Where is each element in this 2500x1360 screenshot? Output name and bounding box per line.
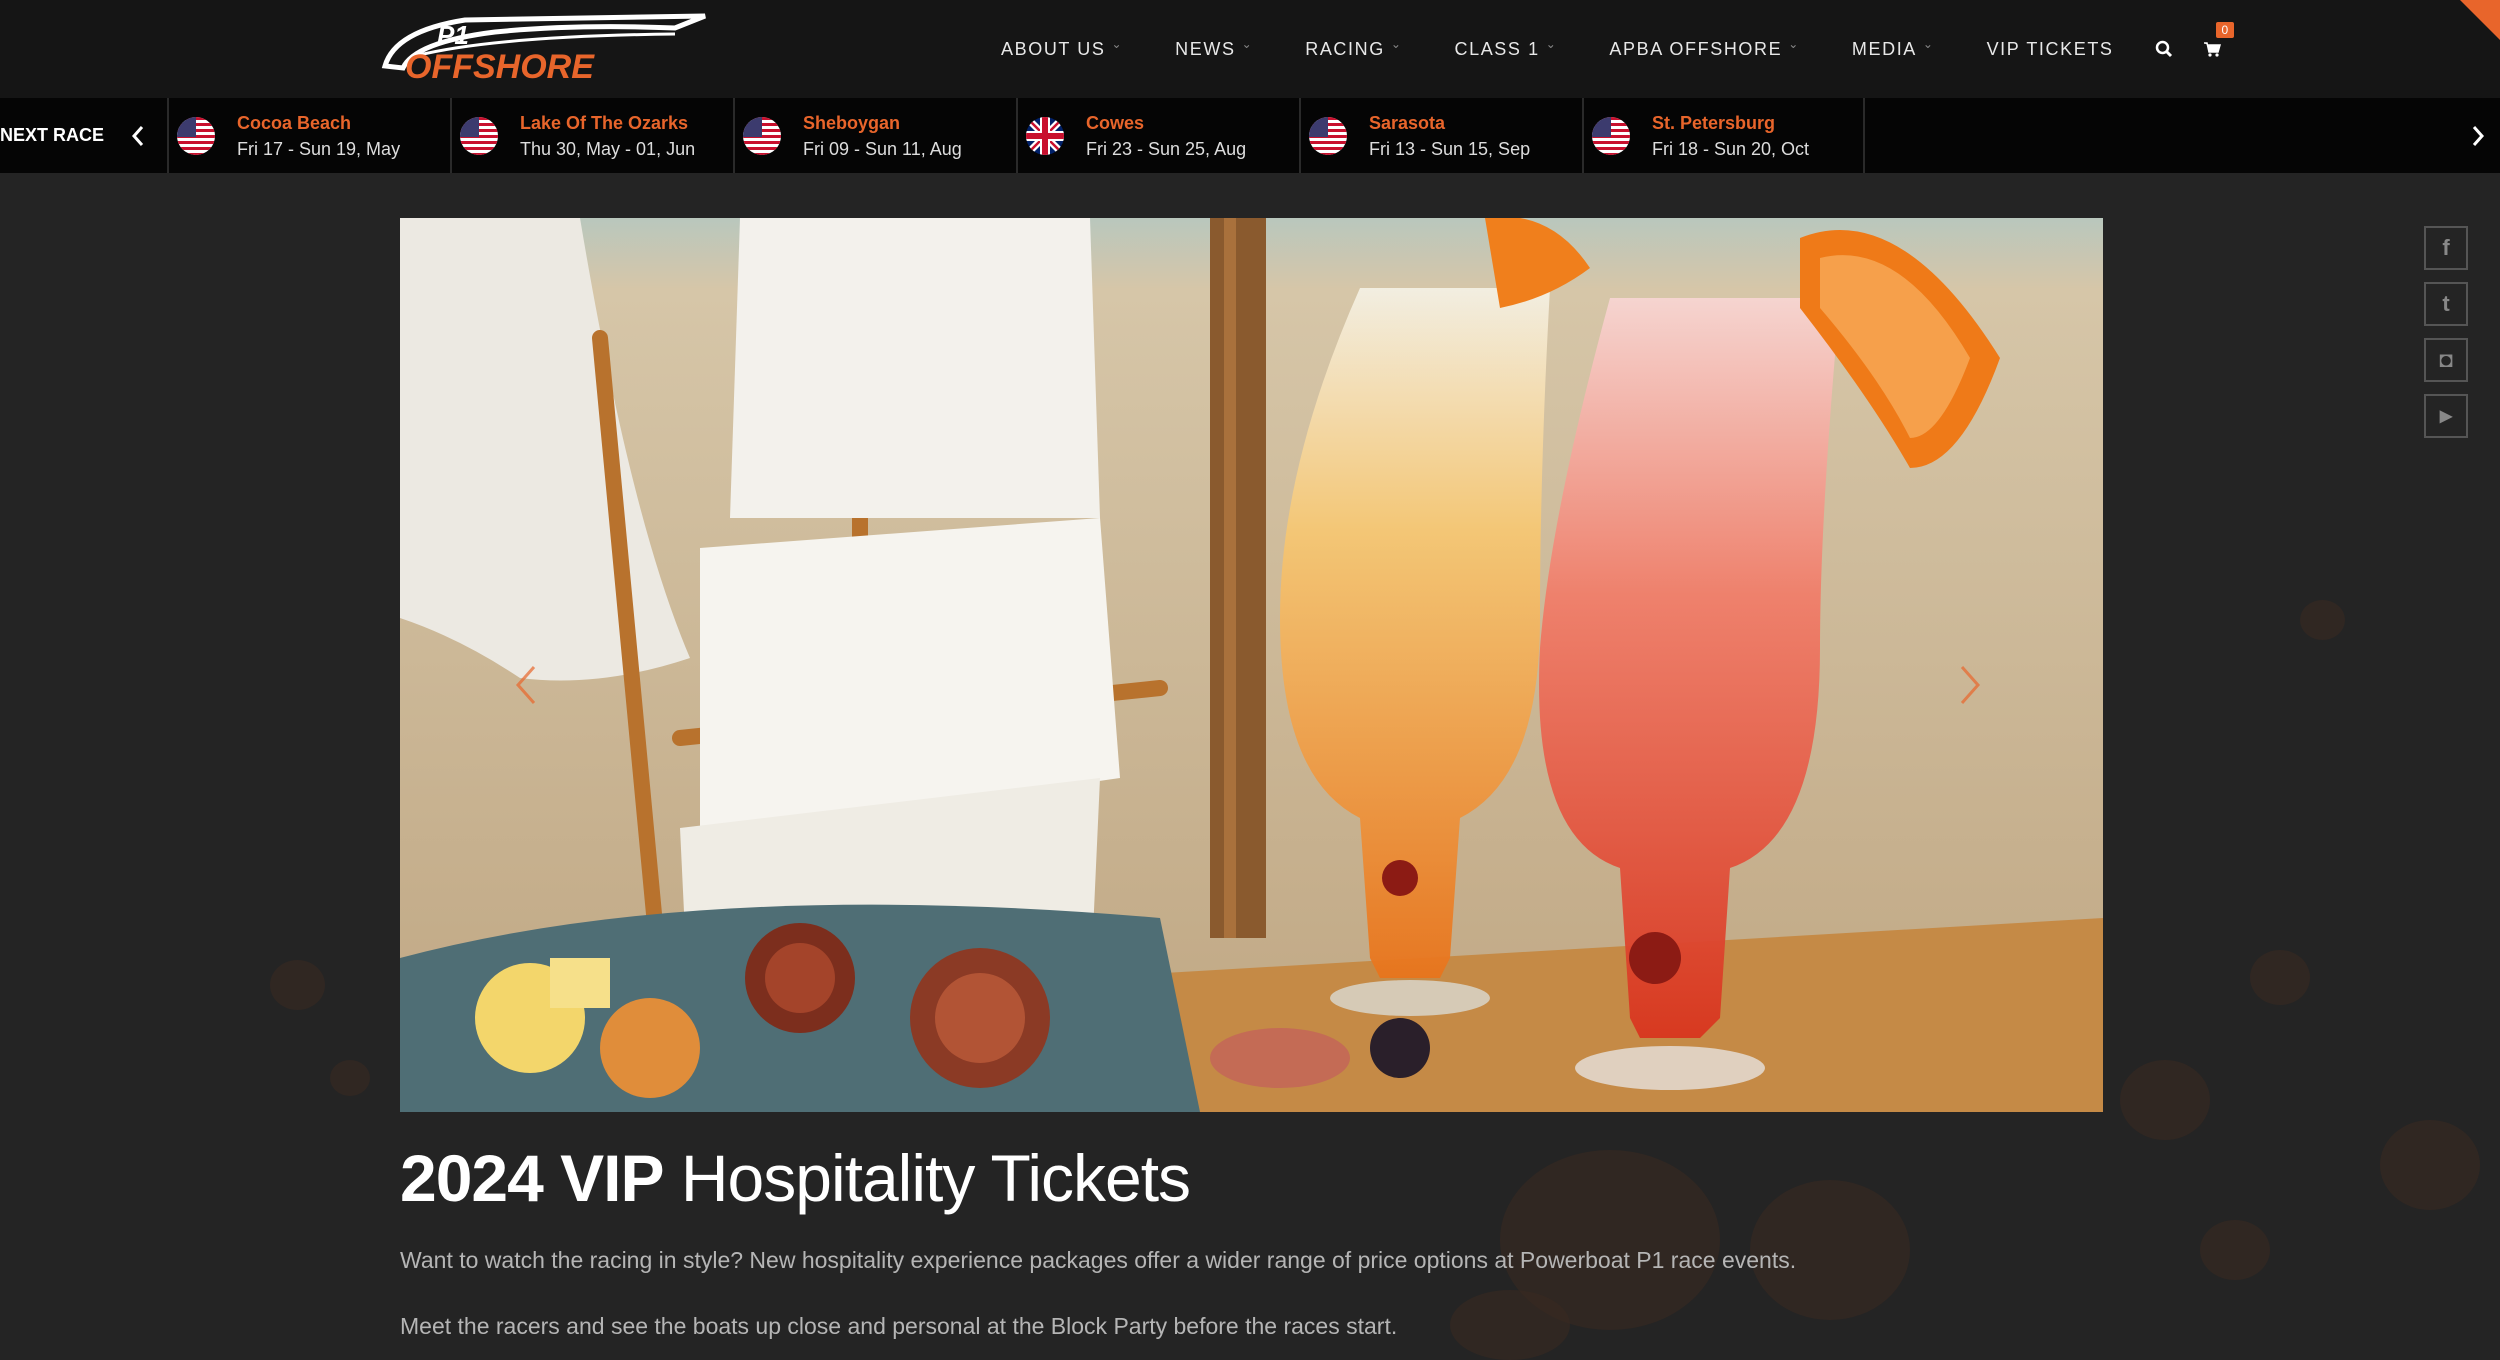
nav-news[interactable]: NEWS ⌄ (1149, 0, 1279, 98)
instagram-icon[interactable]: ◘ (2424, 338, 2468, 382)
next-race-label: NEXT RACE (0, 125, 105, 145)
page-title-rest: Hospitality Tickets (663, 1141, 1191, 1215)
intro-paragraph: Want to watch the racing in style? New h… (400, 1247, 1797, 1273)
page-title-bold: 2024 VIP (400, 1141, 665, 1215)
chevron-down-icon: ⌄ (1922, 37, 1935, 51)
next-race-bar: NEXT RACE Cocoa Beach Fri 17 - Sun 19, Ma… (0, 98, 2500, 173)
race-next-arrow[interactable] (2458, 98, 2498, 173)
corner-ribbon[interactable] (2460, 0, 2500, 40)
cart-icon[interactable]: 0 (2188, 0, 2236, 98)
race-prev-arrow[interactable] (118, 98, 158, 173)
uk-flag-icon (1026, 116, 1064, 155)
race-item-sheboygan[interactable]: Sheboygan Fri 09 - Sun 11, Aug (733, 98, 1016, 173)
twitter-icon[interactable]: t (2424, 282, 2468, 326)
us-flag-icon (743, 116, 781, 155)
race-item-cowes[interactable]: Cowes Fri 23 - Sun 25, Aug (1016, 98, 1299, 173)
slider-prev-arrow[interactable] (506, 655, 546, 715)
us-flag-icon (177, 116, 215, 155)
chevron-down-icon: ⌄ (1390, 37, 1403, 51)
race-list: Cocoa Beach Fri 17 - Sun 19, May Lake Of … (167, 98, 1865, 173)
slider-next-arrow[interactable] (1950, 655, 1990, 715)
hero-slider-image (400, 218, 2103, 1112)
us-flag-icon (460, 116, 498, 155)
svg-text:P1: P1 (437, 20, 469, 50)
svg-text:OFFSHORE: OFFSHORE (405, 48, 595, 86)
race-item-sarasota[interactable]: Sarasota Fri 13 - Sun 15, Sep (1299, 98, 1582, 173)
page-title: 2024 VIP Hospitality Tickets (400, 1140, 1191, 1216)
nav-about-us[interactable]: ABOUT US ⌄ (975, 0, 1149, 98)
chevron-down-icon: ⌄ (1545, 37, 1558, 51)
main-nav: ABOUT US ⌄ NEWS ⌄ RACING ⌄ CLASS 1 ⌄ APBA OF… (975, 0, 2236, 98)
block-party-paragraph: Meet the racers and see the boats up clo… (400, 1313, 1398, 1339)
cart-count-badge: 0 (2215, 22, 2235, 38)
us-flag-icon (1309, 116, 1347, 155)
youtube-icon[interactable]: ▶ (2424, 394, 2468, 438)
nav-media[interactable]: MEDIA ⌄ (1826, 0, 1961, 98)
race-item-lake-of-the-ozarks[interactable]: Lake Of The Ozarks Thu 30, May - 01, Jun (450, 98, 733, 173)
chevron-down-icon: ⌄ (1241, 37, 1254, 51)
race-item-st-petersburg[interactable]: St. Petersburg Fri 18 - Sun 20, Oct (1582, 98, 1865, 173)
facebook-icon[interactable]: f (2424, 226, 2468, 270)
us-flag-icon (1592, 116, 1630, 155)
site-header: P1 OFFSHORE ABOUT US ⌄ NEWS ⌄ RACING ⌄ CLAS… (0, 0, 2500, 98)
chevron-down-icon: ⌄ (1111, 37, 1124, 51)
nav-class-1[interactable]: CLASS 1 ⌄ (1428, 0, 1583, 98)
nav-racing[interactable]: RACING ⌄ (1279, 0, 1428, 98)
race-item-cocoa-beach[interactable]: Cocoa Beach Fri 17 - Sun 19, May (167, 98, 450, 173)
p1-offshore-logo[interactable]: P1 OFFSHORE (375, 6, 720, 86)
nav-vip-tickets[interactable]: VIP TICKETS (1961, 0, 2140, 98)
chevron-down-icon: ⌄ (1788, 37, 1800, 51)
search-icon[interactable] (2140, 0, 2188, 98)
social-links: f t ◘ ▶ (2424, 226, 2468, 438)
nav-apba-offshore[interactable]: APBA OFFSHORE ⌄ (1583, 0, 1826, 98)
